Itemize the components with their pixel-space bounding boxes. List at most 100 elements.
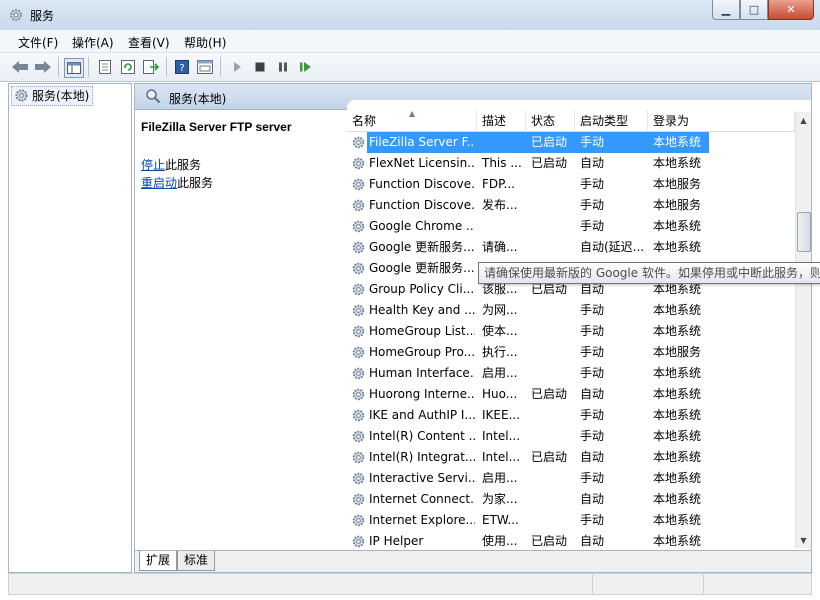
help-button[interactable]: ?	[173, 58, 191, 76]
service-status-cell	[531, 510, 575, 531]
menu-view[interactable]: 查看(V)	[128, 34, 170, 51]
service-name-cell: Interactive Servi...	[369, 471, 475, 485]
service-gear-icon	[351, 366, 366, 381]
refresh-button[interactable]	[119, 58, 137, 76]
column-header-description[interactable]: 描述	[477, 110, 526, 132]
service-row[interactable]: HomeGroup List... 使本... 手动 本地系统	[347, 321, 795, 342]
service-startup-cell: 手动	[580, 177, 605, 191]
close-icon: ✕	[786, 3, 796, 16]
toolbar-separator	[58, 57, 59, 77]
restart-service-link[interactable]: 重启动	[141, 176, 177, 190]
sort-ascending-icon: ▲	[409, 109, 416, 118]
console-view-button[interactable]	[196, 58, 214, 76]
service-name-cell: FlexNet Licensin...	[369, 156, 475, 170]
services-list[interactable]: 名称 ▲ 描述 状态 启动类型 登录为 FileZilla Server F..…	[347, 100, 811, 550]
menu-action[interactable]: 操作(A)	[72, 34, 114, 51]
description-tooltip: 请确保使用最新版的 Google 软件。如果停用或中断此服务，则	[478, 262, 820, 284]
forward-button[interactable]	[34, 58, 52, 76]
tab-standard[interactable]: 标准	[177, 551, 216, 571]
menu-file[interactable]: 文件(F)	[18, 34, 58, 51]
service-startup-cell: 手动	[580, 324, 605, 338]
service-row[interactable]: Health Key and ... 为网... 手动 本地系统	[347, 300, 795, 321]
service-status-cell	[531, 237, 575, 258]
back-button[interactable]	[11, 58, 29, 76]
service-name-cell: Google 更新服务...	[369, 240, 475, 254]
service-row[interactable]: IP Helper 使用... 已启动 自动 本地系统	[347, 531, 795, 550]
service-name-cell: Human Interface...	[369, 366, 475, 380]
service-logon-cell: 本地系统	[653, 324, 702, 338]
service-row[interactable]: Google 更新服务... 请确... 自动(延迟... 本地系统	[347, 237, 795, 258]
service-status-cell: 已启动	[531, 156, 568, 170]
console-tree: 服务(本地)	[8, 83, 132, 573]
service-row[interactable]: Function Discove... 发布... 手动 本地服务	[347, 195, 795, 216]
toolbar: ?	[0, 53, 820, 82]
service-desc-cell: 发布...	[482, 198, 518, 212]
service-row[interactable]: Intel(R) Integrat... Intel... 已启动 自动 本地系统	[347, 447, 795, 468]
service-gear-icon	[351, 135, 366, 150]
service-row[interactable]: Function Discove... FDP... 手动 本地服务	[347, 174, 795, 195]
service-status-cell	[531, 426, 575, 447]
pause-service-button[interactable]	[274, 58, 292, 76]
vertical-scrollbar[interactable]: ▲ ▼	[795, 112, 811, 548]
service-startup-cell: 手动	[580, 513, 605, 527]
maximize-button[interactable]: □	[740, 0, 768, 20]
service-row[interactable]: Human Interface... 启用... 手动 本地系统	[347, 363, 795, 384]
service-status-cell	[531, 363, 575, 384]
tree-node-services-local[interactable]: 服务(本地)	[11, 86, 94, 106]
minimize-button[interactable]: ▁	[712, 0, 740, 20]
service-row[interactable]: Internet Connect... 为家... 自动 本地系统	[347, 489, 795, 510]
start-service-button[interactable]	[228, 58, 246, 76]
service-status-cell: 已启动	[531, 534, 568, 548]
service-row[interactable]: FileZilla Server F... 已启动 手动 本地系统	[347, 132, 795, 153]
service-row[interactable]: Intel(R) Content ... Intel... 手动 本地系统	[347, 426, 795, 447]
close-button[interactable]: ✕	[768, 0, 814, 20]
service-gear-icon	[351, 282, 366, 297]
back-arrow-icon	[12, 61, 28, 73]
service-gear-icon	[351, 240, 366, 255]
service-logon-cell: 本地服务	[653, 177, 702, 191]
service-startup-cell: 自动	[580, 450, 605, 464]
service-status-cell	[531, 195, 575, 216]
column-header-status[interactable]: 状态	[526, 110, 575, 132]
scrollbar-thumb[interactable]	[797, 212, 811, 252]
export-list-icon	[143, 60, 159, 74]
service-desc-cell: Huo...	[482, 387, 518, 401]
restart-service-button[interactable]	[297, 58, 315, 76]
service-desc-cell: 启用...	[482, 366, 518, 380]
service-row[interactable]: FlexNet Licensin... This ... 已启动 自动 本地系统	[347, 153, 795, 174]
window-controls: ▁ □ ✕	[712, 0, 814, 20]
service-row[interactable]: Huorong Interne... Huo... 已启动 自动 本地系统	[347, 384, 795, 405]
scroll-up-arrow-icon[interactable]: ▲	[796, 112, 811, 128]
service-logon-cell: 本地服务	[653, 198, 702, 212]
service-desc-cell: This ...	[482, 156, 522, 170]
properties-button[interactable]	[96, 58, 114, 76]
service-row[interactable]: Internet Explore... ETW... 手动 本地系统	[347, 510, 795, 531]
pause-icon	[279, 62, 287, 72]
service-row[interactable]: IKE and AuthIP I... IKEE... 手动 本地系统	[347, 405, 795, 426]
service-startup-cell: 手动	[580, 135, 605, 149]
service-row[interactable]: HomeGroup Pro... 执行... 手动 本地服务	[347, 342, 795, 363]
service-name-cell: Internet Connect...	[369, 492, 475, 506]
service-startup-cell: 手动	[580, 429, 605, 443]
service-logon-cell: 本地系统	[653, 240, 702, 254]
service-status-cell	[531, 489, 575, 510]
service-row[interactable]: Google Chrome ... 手动 本地系统	[347, 216, 795, 237]
service-logon-cell: 本地系统	[653, 366, 702, 380]
service-startup-cell: 手动	[580, 219, 605, 233]
service-gear-icon	[351, 324, 366, 339]
show-hide-console-tree-button[interactable]	[64, 58, 84, 78]
refresh-icon	[121, 60, 135, 74]
service-startup-cell: 手动	[580, 471, 605, 485]
tab-extended[interactable]: 扩展	[139, 551, 178, 571]
column-header-log-on-as[interactable]: 登录为	[648, 110, 795, 132]
stop-service-link[interactable]: 停止	[141, 158, 165, 172]
column-header-startup-type[interactable]: 启动类型	[575, 110, 648, 132]
service-row[interactable]: Interactive Servi... 启用... 手动 本地系统	[347, 468, 795, 489]
menu-help[interactable]: 帮助(H)	[184, 34, 226, 51]
scroll-down-arrow-icon[interactable]: ▼	[796, 532, 811, 548]
export-list-button[interactable]	[142, 58, 160, 76]
service-gear-icon	[351, 513, 366, 528]
service-status-cell: 已启动	[531, 450, 568, 464]
column-header-name[interactable]: 名称 ▲	[347, 109, 477, 132]
stop-service-button[interactable]	[251, 58, 269, 76]
